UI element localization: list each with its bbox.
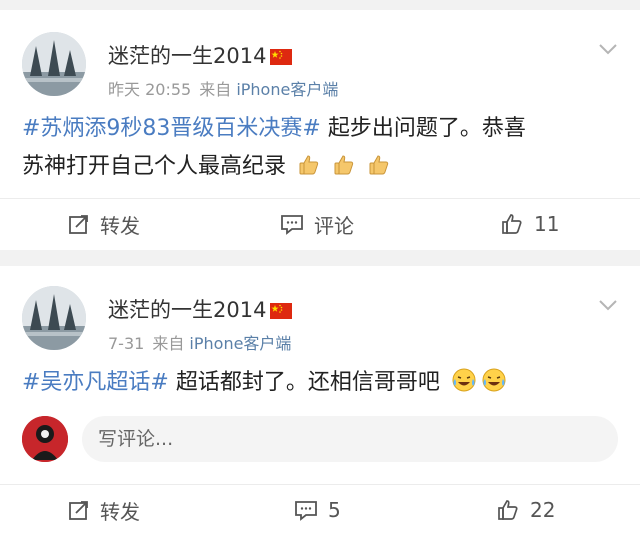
username-text[interactable]: 迷茫的一生2014 [108, 44, 266, 68]
user-avatar[interactable] [22, 32, 86, 96]
username[interactable]: 迷茫的一生2014 [108, 294, 293, 324]
weibo-post-1: 迷茫的一生2014 昨天 20:55 来自 iPhone客户端 #苏炳添9秒83晋… [0, 10, 640, 250]
post-text: #吴亦凡超话# 超话都封了。还相信哥哥吧 [22, 364, 622, 406]
laughing-crying-icon [451, 367, 477, 406]
comment-count: 5 [328, 498, 341, 522]
source-prefix: 来自 [199, 80, 232, 99]
post-body-line: 超话都封了。还相信哥哥吧 [168, 370, 440, 395]
like-button[interactable]: 11 [500, 199, 559, 249]
source-prefix: 来自 [152, 334, 185, 353]
weibo-post-2: 迷茫的一生2014 7-31 来自 iPhone客户端 #吴亦凡超话# 超话都封了… [0, 266, 640, 546]
post-meta: 7-31 来自 iPhone客户端 [108, 330, 291, 354]
thumbs-up-icon [502, 214, 522, 234]
my-avatar[interactable] [22, 416, 68, 462]
post-meta: 昨天 20:55 来自 iPhone客户端 [108, 76, 338, 100]
comment-button[interactable]: 5 [294, 485, 341, 535]
thumbs-up-icon [332, 152, 356, 190]
china-flag-icon [270, 300, 293, 324]
repost-icon [69, 215, 88, 234]
thumbs-up-icon [367, 152, 391, 190]
laughing-crying-icon [481, 367, 507, 406]
comment-input[interactable]: 写评论... [82, 416, 618, 462]
repost-button[interactable]: 转发 [68, 485, 140, 535]
like-count: 11 [534, 212, 560, 236]
topic-link[interactable]: #吴亦凡超话# [22, 370, 169, 395]
action-bar: 转发 评论 11 [0, 198, 640, 248]
post-time: 昨天 20:55 [108, 80, 192, 99]
repost-icon [69, 501, 88, 520]
thumbs-up-icon [498, 500, 518, 520]
comment-composer: 写评论... [0, 414, 640, 464]
username-text[interactable]: 迷茫的一生2014 [108, 298, 266, 322]
comment-button[interactable]: 评论 [280, 199, 354, 249]
source-device[interactable]: iPhone客户端 [236, 80, 338, 99]
repost-label: 转发 [100, 499, 140, 524]
like-count: 22 [530, 498, 556, 522]
comment-icon [281, 215, 303, 235]
thumbs-up-icon [297, 152, 321, 190]
post-time: 7-31 [108, 334, 145, 353]
chevron-down-icon[interactable] [598, 296, 618, 315]
like-button[interactable]: 22 [496, 485, 555, 535]
repost-button[interactable]: 转发 [68, 199, 140, 249]
post-body-line: 苏神打开自己个人最高纪录 [22, 154, 287, 179]
source-device[interactable]: iPhone客户端 [189, 334, 291, 353]
username[interactable]: 迷茫的一生2014 [108, 40, 293, 70]
topic-link[interactable]: #苏炳添9秒83晋级百米决赛# [22, 116, 321, 141]
comment-icon [295, 501, 317, 521]
chevron-down-icon[interactable] [598, 40, 618, 59]
post-body-line: 起步出问题了。恭喜 [320, 116, 526, 141]
china-flag-icon [270, 46, 293, 70]
post-text: #苏炳添9秒83晋级百米决赛# 起步出问题了。恭喜 苏神打开自己个人最高纪录 [22, 110, 622, 190]
user-avatar[interactable] [22, 286, 86, 350]
action-bar: 转发 5 22 [0, 484, 640, 534]
comment-label: 评论 [314, 213, 354, 238]
repost-label: 转发 [100, 213, 140, 238]
